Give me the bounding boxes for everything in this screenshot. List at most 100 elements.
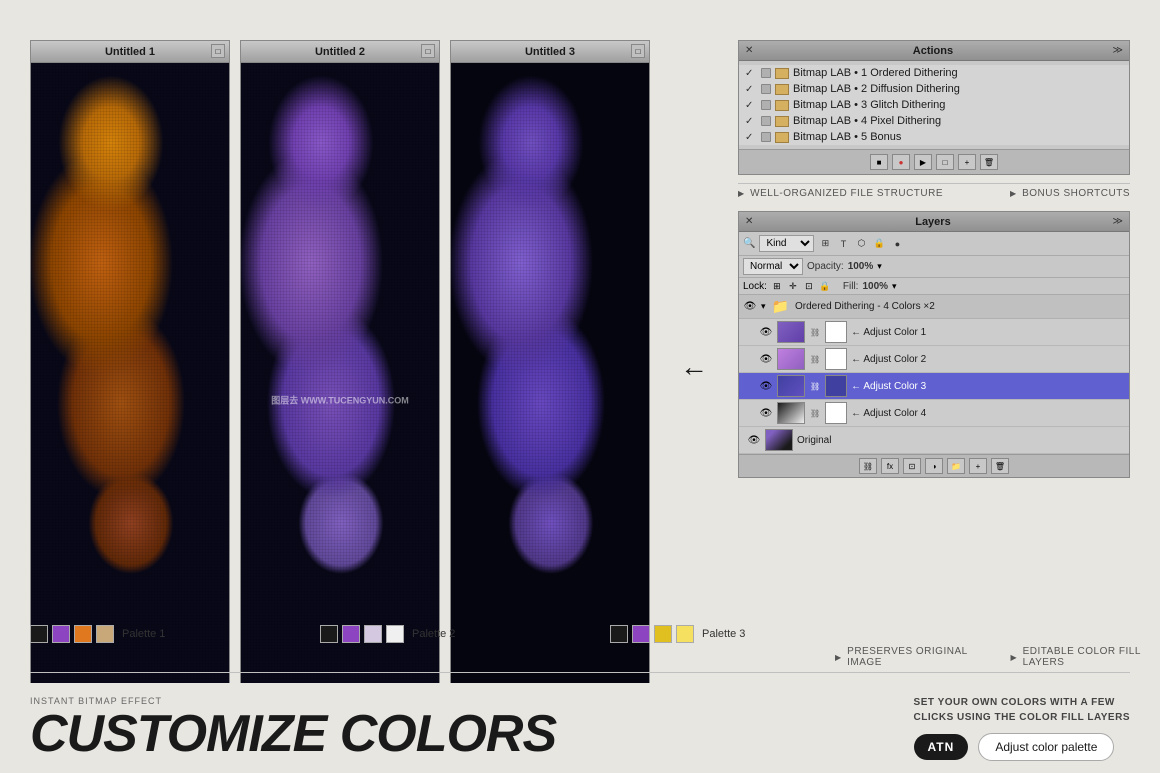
close-btn-2[interactable]: □	[421, 44, 435, 58]
layer-thumb-1	[777, 321, 805, 343]
actions-new-btn[interactable]: +	[958, 154, 976, 170]
lock-label: Lock:	[743, 281, 767, 292]
action-name-2: Bitmap LAB • 2 Diffusion Dithering	[793, 83, 960, 95]
layer-eye-3[interactable]: 👁	[759, 381, 773, 392]
layers-blend-select[interactable]: Normal	[743, 258, 803, 275]
info-strip-bottom: ▶ PRESERVES ORIGINAL IMAGE ▶ EDITABLE CO…	[835, 646, 1160, 668]
layer-eye-4[interactable]: 👁	[759, 408, 773, 419]
action-color-icon-4	[761, 116, 771, 126]
layers-fx-btn[interactable]: fx	[881, 458, 899, 474]
layers-kind-select[interactable]: Kind	[759, 235, 814, 252]
layers-mask-btn[interactable]: ⊡	[903, 458, 921, 474]
section-divider	[30, 672, 1130, 673]
layer-mask-3	[825, 375, 847, 397]
layer-eye-2[interactable]: 👁	[759, 354, 773, 365]
layer-item-2[interactable]: 👁 ⛓ ← Adjust Color 2	[739, 346, 1129, 373]
action-item-5[interactable]: ✓ Bitmap LAB • 5 Bonus	[739, 129, 1129, 145]
action-item-3[interactable]: ✓ Bitmap LAB • 3 Glitch Dithering	[739, 97, 1129, 113]
layer-item-original[interactable]: 👁 Original	[739, 427, 1129, 454]
actions-close-icon[interactable]: ✕	[745, 45, 753, 56]
swatch-2-2	[342, 625, 360, 643]
group-name: Ordered Dithering - 4 Colors ×2	[795, 301, 1125, 312]
group-eye-icon[interactable]: 👁	[743, 301, 757, 312]
info-item-editable: ▶ EDITABLE COLOR FILL LAYERS	[1010, 646, 1160, 668]
action-check-5: ✓	[745, 132, 757, 143]
opacity-label: Opacity:	[807, 261, 844, 272]
actions-new-set-btn[interactable]: □	[936, 154, 954, 170]
action-item-1[interactable]: ✓ Bitmap LAB • 1 Ordered Dithering	[739, 65, 1129, 81]
layers-lock-row: Lock: ⊞ ✛ ⊡ 🔒 Fill: 100% ▾	[739, 278, 1129, 295]
layers-panel: ✕ Layers ≫ 🔍 Kind ⊞ T ⬡ 🔒 ● Normal	[738, 211, 1130, 478]
layers-new-btn[interactable]: +	[969, 458, 987, 474]
action-item-4[interactable]: ✓ Bitmap LAB • 4 Pixel Dithering	[739, 113, 1129, 129]
action-color-icon-2	[761, 84, 771, 94]
adjust-color-palette-button[interactable]: Adjust color palette	[978, 733, 1114, 761]
triangle-icon-2: ▶	[1010, 189, 1016, 198]
layers-link-btn[interactable]: ⛓	[859, 458, 877, 474]
info-item-shortcuts: ▶ BONUS SHORTCUTS	[1010, 188, 1130, 199]
layers-close-icon[interactable]: ✕	[745, 216, 753, 227]
layer-thumb-3	[777, 375, 805, 397]
actions-stop-btn[interactable]: ■	[870, 154, 888, 170]
lock-artboard-icon[interactable]: ⊡	[803, 280, 815, 292]
fill-dropdown-icon[interactable]: ▾	[892, 281, 897, 292]
info-strip-top: ▶ WELL-ORGANIZED FILE STRUCTURE ▶ BONUS …	[738, 183, 1130, 203]
atn-badge: ATN	[914, 734, 969, 760]
layer-eye-1[interactable]: 👁	[759, 327, 773, 338]
layer-thumb-2	[777, 348, 805, 370]
layer-icon-fx[interactable]: ●	[890, 237, 904, 251]
layers-adjust-btn[interactable]: ◑	[925, 458, 943, 474]
swatch-1-2	[52, 625, 70, 643]
action-item-2[interactable]: ✓ Bitmap LAB • 2 Diffusion Dithering	[739, 81, 1129, 97]
actions-expand-icon[interactable]: ≫	[1113, 45, 1123, 56]
close-btn-1[interactable]: □	[211, 44, 225, 58]
cta-buttons: ATN Adjust color palette	[914, 733, 1130, 761]
layer-icon-text[interactable]: T	[836, 237, 850, 251]
canvas-window-3: Untitled 3 □ ◁ ▷	[450, 40, 650, 753]
layer-icon-smart[interactable]: 🔒	[872, 237, 886, 251]
actions-record-btn[interactable]: ●	[892, 154, 910, 170]
canvases-section: Untitled 1 □ ◁ ▷ Untitled 2 □ 图层去 WWW.TU…	[30, 40, 650, 753]
layer-mask-2	[825, 348, 847, 370]
layer-item-1[interactable]: 👁 ⛓ ← Adjust Color 1	[739, 319, 1129, 346]
canvas-window-2: Untitled 2 □ 图层去 WWW.TUCENGYUN.COM ◁ ▷	[240, 40, 440, 753]
layer-item-4[interactable]: 👁 ⛓ ← Adjust Color 4	[739, 400, 1129, 427]
layers-footer: ⛓ fx ⊡ ◑ 📁 + 🗑	[739, 454, 1129, 477]
layers-expand-icon[interactable]: ≫	[1113, 216, 1123, 227]
triangle-icon-3: ▶	[835, 653, 841, 662]
titlebar-1: Untitled 1 □	[30, 40, 230, 62]
palette-label-1: Palette 1	[122, 628, 165, 640]
actions-play-btn[interactable]: ▶	[914, 154, 932, 170]
info-item-file-structure: ▶ WELL-ORGANIZED FILE STRUCTURE	[738, 188, 943, 199]
lock-checkerboard-icon[interactable]: ⊞	[771, 280, 783, 292]
actions-delete-btn[interactable]: 🗑	[980, 154, 998, 170]
action-name-5: Bitmap LAB • 5 Bonus	[793, 131, 901, 143]
chain-icon-4: ⛓	[810, 409, 820, 418]
close-btn-3[interactable]: □	[631, 44, 645, 58]
action-name-4: Bitmap LAB • 4 Pixel Dithering	[793, 115, 941, 127]
titlebar-2: Untitled 2 □	[240, 40, 440, 62]
cta-description: SET YOUR OWN COLORS WITH A FEWCLICKS USI…	[914, 695, 1130, 725]
layer-group-header[interactable]: 👁 ▾ 📁 Ordered Dithering - 4 Colors ×2	[739, 295, 1129, 319]
layer-name-2: ← Adjust Color 2	[851, 354, 1125, 365]
swatch-3-3	[654, 625, 672, 643]
layers-delete-btn[interactable]: 🗑	[991, 458, 1009, 474]
layer-name-original: Original	[797, 435, 1125, 446]
layer-item-3[interactable]: 👁 ⛓ ← Adjust Color 3	[739, 373, 1129, 400]
lock-move-icon[interactable]: ✛	[787, 280, 799, 292]
layers-group-btn[interactable]: 📁	[947, 458, 965, 474]
titlebar-3: Untitled 3 □	[450, 40, 650, 62]
layers-blend-row: Normal Opacity: 100% ▾	[739, 256, 1129, 278]
layer-icon-shape[interactable]: ⬡	[854, 237, 868, 251]
layer-eye-original[interactable]: 👁	[747, 435, 761, 446]
info-item-preserves: ▶ PRESERVES ORIGINAL IMAGE	[835, 646, 980, 668]
palette-label-3: Palette 3	[702, 628, 745, 640]
info-text-1: WELL-ORGANIZED FILE STRUCTURE	[750, 188, 943, 199]
lock-all-icon[interactable]: 🔒	[819, 280, 831, 292]
layer-name-4: ← Adjust Color 4	[851, 408, 1125, 419]
opacity-dropdown-icon[interactable]: ▾	[877, 261, 882, 272]
layer-icon-pixel[interactable]: ⊞	[818, 237, 832, 251]
action-color-icon-5	[761, 132, 771, 142]
group-triangle-icon[interactable]: ▾	[761, 301, 766, 312]
arrow-icon: ←	[680, 351, 708, 383]
